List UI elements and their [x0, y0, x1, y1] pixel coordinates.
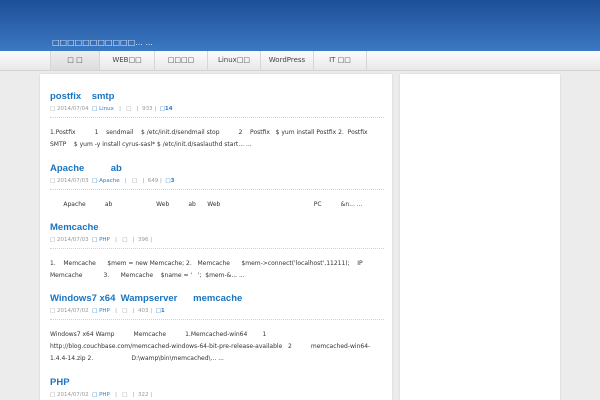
- post-item: PHP □ 2014/07/02 □ PHP | □ | 322 |: [50, 377, 384, 400]
- meta-separator: |: [132, 308, 135, 314]
- nav-items: □ □ WEB□□ □□□□ Linux□□ WordPress IT □□: [50, 51, 367, 70]
- post-category-link[interactable]: □ PHP: [92, 392, 110, 398]
- post-title-link[interactable]: Apache ab: [50, 163, 384, 175]
- post-date: □ 2014/07/03: [50, 178, 89, 184]
- post-meta: □ 2014/07/03 □ PHP | □ | 396 |: [50, 236, 384, 249]
- meta-mid: □: [126, 106, 132, 112]
- post-category-link[interactable]: □ PHP: [92, 237, 110, 243]
- post-meta: □ 2014/07/03 □ Apache | □ | 649 | □3: [50, 177, 384, 190]
- nav-item-linux[interactable]: Linux□□: [208, 51, 261, 70]
- post-item: Memcache □ 2014/07/03 □ PHP | □ | 396 | …: [50, 222, 384, 282]
- meta-separator: |: [115, 237, 117, 243]
- meta-separator: |: [119, 106, 122, 112]
- post-excerpt: Windows7 x64 Wamp Memcache 1.Memcached-w…: [50, 331, 371, 362]
- post-excerpt: 1.Postfix 1 sendmail $ /etc/init.d/sendm…: [50, 129, 376, 148]
- meta-separator: |: [115, 308, 117, 314]
- meta-separator: |: [124, 178, 127, 184]
- post-excerpt: 1. Memcache $mem = new Memcache; 2. Memc…: [50, 260, 392, 279]
- nav-item-3[interactable]: □□□□: [155, 51, 208, 70]
- post-meta: □ 2014/07/02 □ PHP | □ | 403 | □1: [50, 307, 384, 320]
- meta-mid: □: [131, 178, 138, 184]
- meta-separator: |: [142, 178, 145, 184]
- post-views: 649: [147, 178, 159, 184]
- nav-item-wordpress[interactable]: WordPress: [261, 51, 314, 70]
- meta-separator: |: [150, 308, 153, 314]
- nav-item-web[interactable]: WEB□□: [100, 51, 155, 70]
- meta-separator: |: [150, 392, 153, 398]
- post-title-link[interactable]: postfix smtp: [50, 91, 384, 103]
- post-views: 322: [138, 392, 149, 398]
- post-title-link[interactable]: Windows7 x64 Wampserver memcache: [50, 293, 384, 305]
- post-comments-link[interactable]: □3: [165, 178, 174, 184]
- post-date: □ 2014/07/02: [50, 392, 89, 398]
- nav-item-it[interactable]: IT □□: [314, 51, 367, 70]
- meta-separator: |: [136, 106, 139, 112]
- post-views: 933: [142, 106, 153, 112]
- meta-separator: |: [115, 392, 117, 398]
- meta-separator: |: [150, 237, 153, 243]
- post-title-link[interactable]: PHP: [50, 377, 384, 389]
- post-comments-link[interactable]: □1: [156, 308, 165, 314]
- post-category-link[interactable]: □ Linux: [92, 106, 114, 112]
- post-item: Apache ab □ 2014/07/03 □ Apache | □ | 64…: [50, 163, 384, 211]
- sidebar-panel: [400, 74, 560, 400]
- meta-separator: |: [132, 237, 135, 243]
- post-date: □ 2014/07/02: [50, 308, 89, 314]
- meta-separator: |: [154, 106, 157, 112]
- post-views: 403: [138, 308, 149, 314]
- meta-mid: □: [122, 392, 128, 398]
- meta-mid: □: [122, 308, 128, 314]
- post-list: postfix smtp □ 2014/07/04 □ Linux | □ | …: [40, 74, 392, 400]
- site-header: □□□□□□□□□□□... ...: [0, 0, 600, 51]
- post-meta: □ 2014/07/02 □ PHP | □ | 322 |: [50, 391, 384, 400]
- post-category-link[interactable]: □ Apache: [92, 178, 119, 184]
- post-comments-link[interactable]: □14: [160, 106, 173, 112]
- meta-mid: □: [122, 237, 128, 243]
- post-title-link[interactable]: Memcache: [50, 222, 384, 234]
- meta-separator: |: [160, 178, 162, 184]
- main-nav: □ □ WEB□□ □□□□ Linux□□ WordPress IT □□: [0, 51, 600, 71]
- post-views: 396: [138, 237, 149, 243]
- meta-separator: |: [132, 392, 135, 398]
- post-date: □ 2014/07/04: [50, 106, 89, 112]
- post-meta: □ 2014/07/04 □ Linux | □ | 933 | □14: [50, 105, 384, 118]
- post-date: □ 2014/07/03: [50, 237, 89, 243]
- post-excerpt: Apache ab Web ab Web PC &n... ...: [50, 201, 363, 208]
- nav-item-home[interactable]: □ □: [50, 51, 100, 70]
- post-item: Windows7 x64 Wampserver memcache □ 2014/…: [50, 293, 384, 365]
- post-category-link[interactable]: □ PHP: [92, 308, 110, 314]
- post-item: postfix smtp □ 2014/07/04 □ Linux | □ | …: [50, 91, 384, 151]
- site-title[interactable]: □□□□□□□□□□□... ...: [52, 38, 153, 47]
